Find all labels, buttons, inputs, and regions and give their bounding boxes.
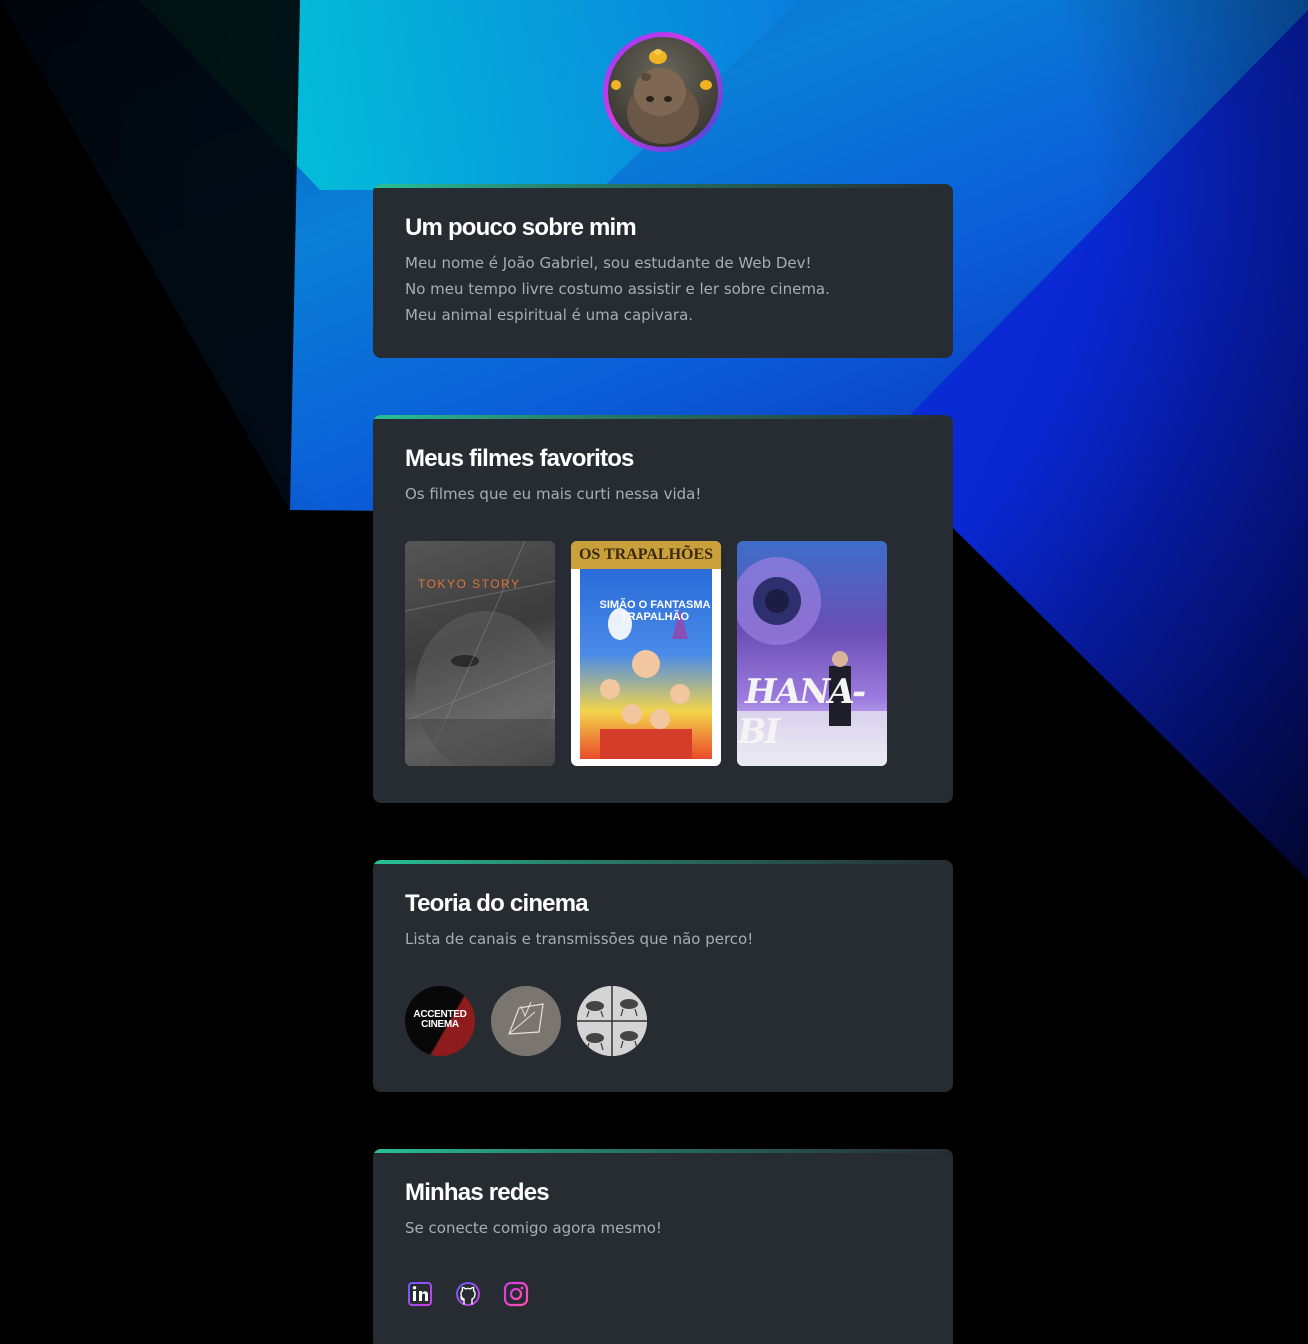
poster-hana-bi[interactable]: HANA-BI xyxy=(737,541,887,766)
poster-tokyo-story[interactable]: TOKYO STORY xyxy=(405,541,555,766)
about-line: No meu tempo livre costumo assistir e le… xyxy=(405,280,830,298)
social-links xyxy=(405,1281,921,1307)
paper-logo-icon[interactable] xyxy=(491,986,561,1056)
cinema-card: Teoria do cinema Lista de canais e trans… xyxy=(373,860,953,1092)
about-card: Um pouco sobre mim Meu nome é João Gabri… xyxy=(373,184,953,358)
accented-cinema-logo-icon[interactable]: ACCENTED CINEMA xyxy=(405,986,475,1056)
social-title: Minhas redes xyxy=(405,1179,550,1206)
about-line: Meu animal espiritual é uma capivara. xyxy=(405,306,694,324)
avatar xyxy=(603,32,723,152)
cinema-title: Teoria do cinema xyxy=(405,890,589,917)
poster-subtitle: SIMÃO O FANTASMA TRAPALHÃO xyxy=(599,599,711,623)
capybara-avatar-icon xyxy=(608,37,718,147)
about-line: Meu nome é João Gabriel, sou estudante d… xyxy=(405,254,812,272)
movies-title: Meus filmes favoritos xyxy=(405,445,634,472)
cinema-subtitle: Lista de canais e transmissões que não p… xyxy=(405,930,754,948)
poster-title: HANA-BI xyxy=(737,672,869,752)
social-subtitle: Se conecte comigo agora mesmo! xyxy=(405,1219,662,1237)
instagram-icon[interactable] xyxy=(503,1281,529,1307)
movies-subtitle: Os filmes que eu mais curti nessa vida! xyxy=(405,485,702,503)
social-card: Minhas redes Se conecte comigo agora mes… xyxy=(373,1149,953,1344)
github-icon[interactable] xyxy=(455,1281,481,1307)
about-title: Um pouco sobre mim xyxy=(405,214,637,241)
poster-artwork: SIMÃO O FANTASMA TRAPALHÃO xyxy=(580,569,712,759)
linkedin-icon[interactable] xyxy=(407,1281,433,1307)
movies-card: Meus filmes favoritos Os filmes que eu m… xyxy=(373,415,953,803)
poster-title: OS TRAPALHÕES xyxy=(571,541,721,569)
poster-title: TOKYO STORY xyxy=(418,577,521,591)
channel-list: ACCENTED CINEMA xyxy=(405,986,921,1056)
poster-os-trapalhoes[interactable]: OS TRAPALHÕES SIMÃO O FANTASMA TRAPALHÃO xyxy=(571,541,721,766)
horse-motion-logo-icon[interactable] xyxy=(577,986,647,1056)
channel-label: ACCENTED CINEMA xyxy=(413,1009,467,1030)
poster-list: TOKYO STORY OS TRAPALHÕES SIMÃO O FANTAS… xyxy=(405,541,921,766)
